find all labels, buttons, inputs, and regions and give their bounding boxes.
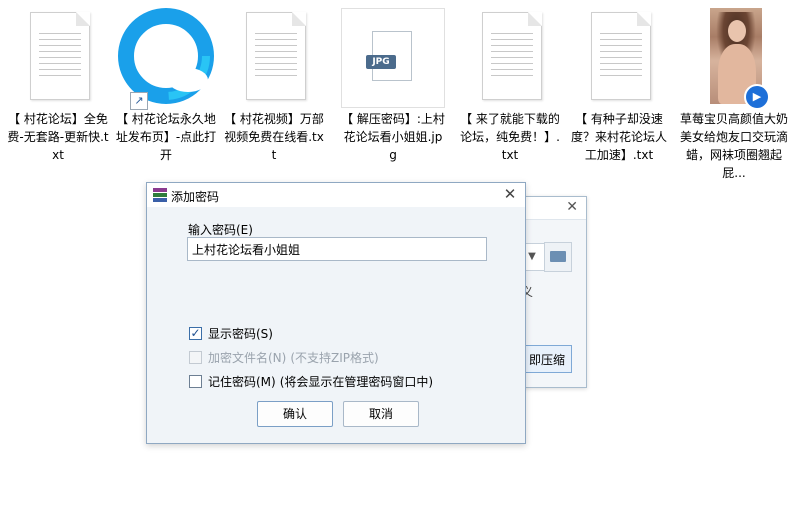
desktop-file-txt-3[interactable]: 【 来了就能下载的论坛，纯免费！】.txt (456, 8, 564, 164)
ok-button[interactable]: 确认 (257, 401, 333, 427)
desktop-file-video[interactable]: ▶ 草莓宝贝高颜值大奶美女给炮友口交玩滴蜡，网袜项圈翘起屁... (676, 8, 792, 182)
browse-folder-button[interactable] (544, 242, 572, 272)
desktop-shortcut-qq-browser[interactable]: ↗ 【 村花论坛永久地址发布页】-点此打开 (112, 8, 220, 164)
remember-password-option[interactable]: 记住密码(M) (将会显示在管理密码窗口中) (189, 373, 433, 390)
folder-icon (550, 251, 566, 262)
file-label: 【 来了就能下载的论坛，纯免费！】.txt (460, 112, 560, 162)
txt-file-icon (579, 8, 659, 106)
player-badge-icon: ▶ (744, 84, 770, 110)
checkbox-icon[interactable] (189, 375, 202, 388)
desktop-file-txt-4[interactable]: 【 有种子却没速度？来村花论坛人工加速】.txt (565, 8, 673, 164)
desktop-file-jpg[interactable]: JPG 【 解压密码】:上村花论坛看小姐姐.jpg (339, 8, 447, 164)
show-password-option[interactable]: ✓ 显示密码(S) (189, 325, 273, 342)
txt-file-icon (470, 8, 550, 106)
desktop-file-txt-1[interactable]: 【 村花论坛】全免费-无套路-更新快.txt (4, 8, 112, 164)
option-label: 记住密码(M) (208, 375, 276, 389)
option-note: (将会显示在管理密码窗口中) (279, 375, 434, 389)
dialog-title: 添加密码 (171, 190, 220, 204)
cancel-button[interactable]: 取消 (343, 401, 419, 427)
desktop-file-txt-2[interactable]: 【 村花视频】万部视频免费在线看.txt (220, 8, 328, 164)
checkbox-icon (189, 351, 202, 364)
winrar-app-icon (153, 188, 167, 202)
shortcut-arrow-icon: ↗ (130, 92, 148, 110)
checkbox-checked-icon[interactable]: ✓ (189, 327, 202, 340)
close-icon[interactable]: ✕ (499, 185, 521, 203)
qq-browser-shortcut-icon: ↗ (118, 8, 214, 110)
encrypt-filenames-option: 加密文件名(N) (不支持ZIP格式) (189, 349, 379, 366)
password-field-label: 输入密码(E) (188, 223, 253, 237)
file-label: 【 有种子却没速度？来村花论坛人工加速】.txt (570, 112, 667, 162)
file-label: 【 村花论坛永久地址发布页】-点此打开 (115, 112, 217, 162)
file-label: 草莓宝贝高颜值大奶美女给炮友口交玩滴蜡，网袜项圈翘起屁... (679, 112, 788, 180)
close-icon[interactable]: ✕ (566, 199, 578, 215)
file-label: 【 解压密码】:上村花论坛看小姐姐.jpg (341, 112, 445, 162)
jpg-badge: JPG (366, 55, 396, 69)
dialog-titlebar: 添加密码 ✕ (147, 183, 525, 207)
add-password-dialog: 添加密码 ✕ 输入密码(E) ✓ 显示密码(S) 加密文件名(N) (不支持ZI… (146, 182, 526, 444)
video-thumbnail-icon: ▶ (694, 8, 774, 110)
file-label: 【 村花视频】万部视频免费在线看.txt (224, 112, 324, 162)
txt-file-icon (234, 8, 314, 106)
option-label: 显示密码(S) (208, 327, 273, 341)
txt-file-icon (18, 8, 98, 106)
option-label: 加密文件名(N) (208, 351, 287, 365)
option-note: (不支持ZIP格式) (290, 351, 379, 365)
jpg-file-icon: JPG (341, 8, 445, 108)
password-input[interactable] (187, 237, 487, 261)
file-label: 【 村花论坛】全免费-无套路-更新快.txt (7, 112, 109, 162)
